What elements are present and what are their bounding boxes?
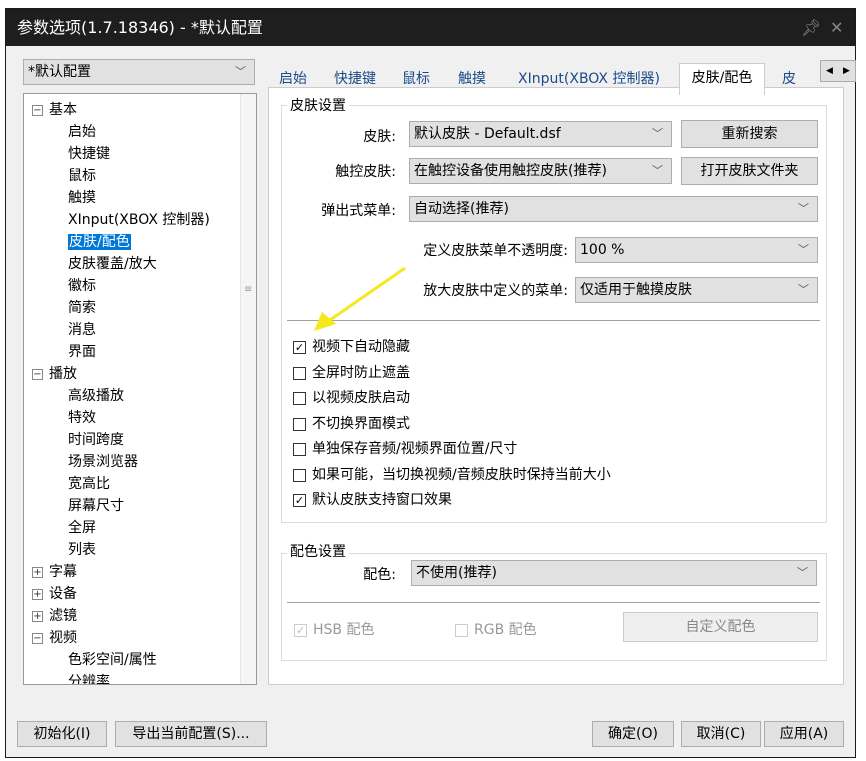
annotation-arrow [314, 266, 406, 331]
